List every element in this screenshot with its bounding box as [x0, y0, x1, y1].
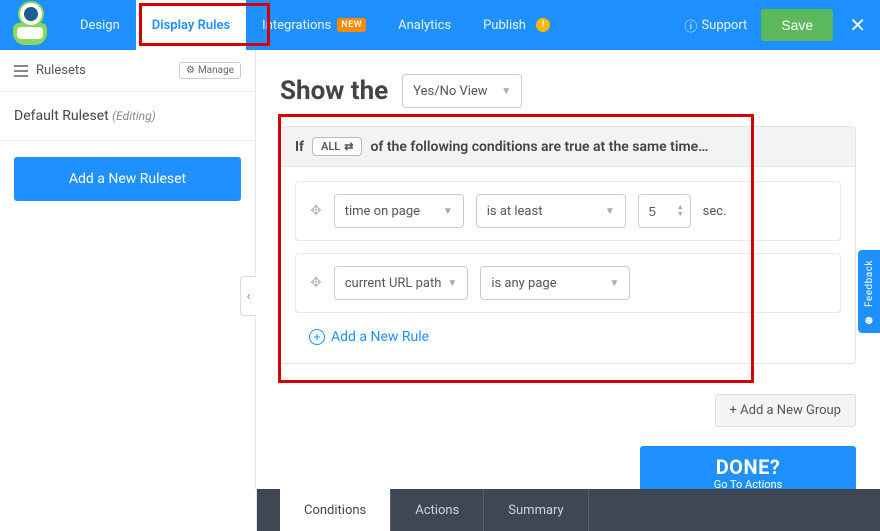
rule-operator-select[interactable]: is at least ▼ — [476, 194, 626, 228]
nav-design[interactable]: Design — [64, 0, 136, 50]
chevron-down-icon: ▼ — [447, 278, 457, 289]
view-select[interactable]: Yes/No View ▼ — [402, 74, 522, 108]
manage-label: Manage — [198, 65, 234, 76]
rule-row: ✥ current URL path ▼ is any page ▼ — [295, 253, 841, 313]
rule-value-input[interactable] — [649, 204, 673, 219]
chevron-down-icon: ▼ — [501, 86, 511, 97]
rule-value-stepper[interactable]: ▲ ▼ — [638, 194, 691, 228]
rule-field-value: time on page — [345, 204, 420, 219]
chevron-down-icon: ▼ — [605, 206, 615, 217]
nav-publish[interactable]: Publish ! — [467, 0, 566, 50]
drag-handle-icon[interactable]: ✥ — [310, 275, 322, 291]
match-mode-label: ALL — [321, 140, 340, 153]
support-label: Support — [701, 18, 747, 33]
nav-analytics[interactable]: Analytics — [382, 0, 467, 50]
chevron-left-icon: ‹ — [247, 289, 251, 304]
view-select-value: Yes/No View — [413, 84, 487, 99]
editing-label: (Editing) — [112, 109, 156, 123]
rule-field-select[interactable]: current URL path ▼ — [334, 266, 469, 300]
nav-display-rules[interactable]: Display Rules — [136, 0, 246, 50]
rule-operator-value: is at least — [487, 204, 543, 219]
add-rule-label: Add a New Rule — [331, 329, 429, 345]
sidebar: Rulesets ⚙ Manage Default Ruleset (Editi… — [0, 50, 256, 531]
show-the-label: Show the — [280, 76, 388, 106]
condition-tail-label: of the following conditions are true at … — [370, 139, 708, 155]
list-icon — [14, 65, 28, 77]
done-big-label: DONE? — [640, 456, 856, 478]
add-ruleset-button[interactable]: Add a New Ruleset — [14, 157, 241, 201]
alert-badge: ! — [536, 18, 550, 32]
manage-button[interactable]: ⚙ Manage — [179, 62, 241, 79]
match-mode-toggle[interactable]: ALL ⇄ — [312, 137, 362, 156]
ruleset-row[interactable]: Default Ruleset (Editing) — [0, 92, 255, 141]
rule-field-value: current URL path — [345, 276, 442, 291]
rule-group: If ALL ⇄ of the following conditions are… — [280, 126, 856, 364]
save-button[interactable]: Save — [761, 9, 833, 41]
tab-actions[interactable]: Actions — [391, 489, 484, 531]
smile-icon: ☻ — [863, 313, 876, 327]
add-rule-button[interactable]: + Add a New Rule — [295, 325, 841, 349]
nav-publish-label: Publish — [483, 18, 526, 33]
sidebar-title: Rulesets — [36, 63, 86, 78]
if-label: If — [295, 139, 304, 155]
rule-row: ✥ time on page ▼ is at least ▼ ▲ ▼ — [295, 181, 841, 241]
new-badge: NEW — [337, 18, 366, 32]
unit-label: sec. — [703, 204, 727, 219]
feedback-label: Feedback — [864, 260, 875, 307]
ruleset-name: Default Ruleset — [14, 108, 109, 124]
tab-conditions[interactable]: Conditions — [280, 489, 391, 531]
gear-icon: ⚙ — [186, 65, 195, 76]
brand-logo — [8, 5, 52, 45]
swap-icon: ⇄ — [344, 140, 353, 153]
rule-field-select[interactable]: time on page ▼ — [334, 194, 464, 228]
plus-circle-icon: + — [309, 329, 325, 345]
rule-operator-select[interactable]: is any page ▼ — [480, 266, 630, 300]
editor-area: Show the Yes/No View ▼ If ALL ⇄ of the f… — [256, 50, 880, 531]
chevron-down-icon: ▼ — [609, 278, 619, 289]
question-circle-icon: ⓘ — [684, 16, 697, 35]
nav-integrations[interactable]: Integrations NEW — [246, 0, 382, 50]
tab-summary[interactable]: Summary — [484, 489, 588, 531]
nav-integrations-label: Integrations — [262, 18, 331, 33]
feedback-tab[interactable]: Feedback ☻ — [858, 250, 880, 333]
add-group-button[interactable]: + Add a New Group — [715, 394, 856, 427]
close-icon[interactable]: ✕ — [847, 11, 868, 39]
support-link[interactable]: ⓘ Support — [684, 16, 747, 35]
group-header: If ALL ⇄ of the following conditions are… — [281, 127, 855, 167]
drag-handle-icon[interactable]: ✥ — [310, 203, 322, 219]
step-down-icon[interactable]: ▼ — [677, 211, 684, 218]
collapse-sidebar-button[interactable]: ‹ — [240, 276, 256, 316]
bottom-tabs: Conditions Actions Summary — [0, 489, 880, 531]
rule-operator-value: is any page — [491, 276, 556, 291]
chevron-down-icon: ▼ — [443, 206, 453, 217]
